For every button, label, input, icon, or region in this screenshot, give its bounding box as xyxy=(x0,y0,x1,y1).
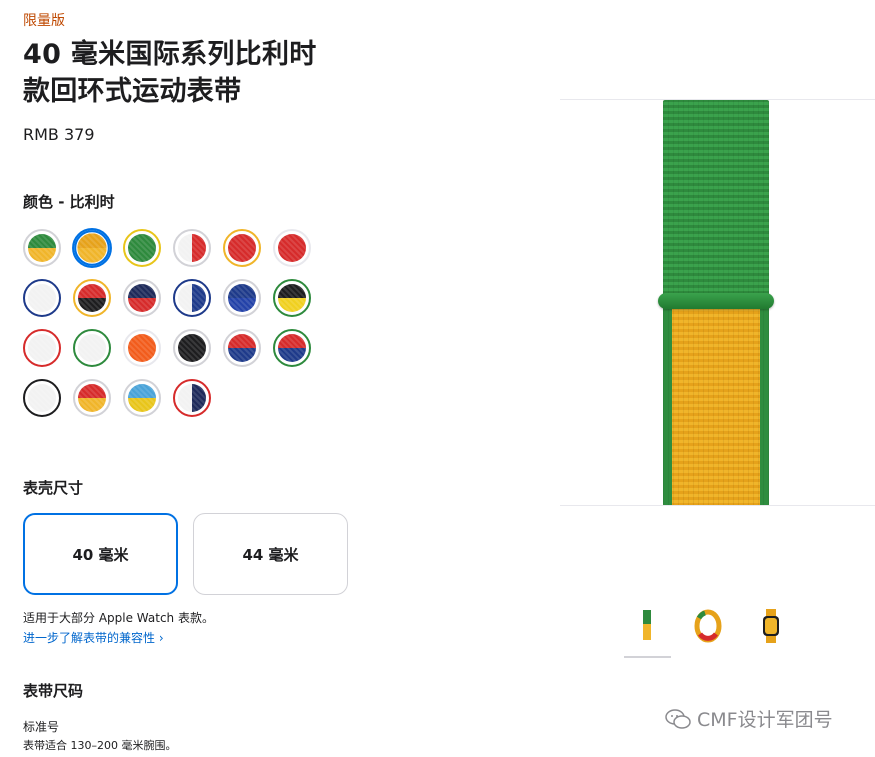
color-swatch-4[interactable] xyxy=(173,229,211,267)
color-swatch-15[interactable] xyxy=(123,329,161,367)
watermark-text: CMF设计军团号 xyxy=(697,709,833,731)
limited-edition-badge: 限量版 xyxy=(23,13,65,29)
watch-with-band-thumb[interactable] xyxy=(754,606,788,646)
color-swatch-7[interactable] xyxy=(23,279,61,317)
band-front-thumb[interactable] xyxy=(630,606,664,646)
product-title-line-1: 40 毫米国际系列比利时 xyxy=(23,39,317,70)
color-swatch-22[interactable] xyxy=(173,379,211,417)
color-swatch-1[interactable] xyxy=(23,229,61,267)
color-section-label: 颜色 - 比利时 xyxy=(23,193,115,211)
color-swatch-12[interactable] xyxy=(273,279,311,317)
band-loop-thumb[interactable] xyxy=(691,606,725,646)
product-price: RMB 379 xyxy=(23,125,95,144)
color-swatch-8[interactable] xyxy=(73,279,111,317)
color-swatch-21[interactable] xyxy=(123,379,161,417)
color-swatch-5[interactable] xyxy=(223,229,261,267)
case-size-label: 表壳尺寸 xyxy=(23,479,84,497)
color-swatch-6[interactable] xyxy=(273,229,311,267)
color-swatch-14[interactable] xyxy=(73,329,111,367)
color-swatch-19[interactable] xyxy=(23,379,61,417)
color-swatch-9[interactable] xyxy=(123,279,161,317)
band-size-label: 表带尺码 xyxy=(23,682,84,700)
color-swatch-17[interactable] xyxy=(223,329,261,367)
compatibility-link[interactable]: 进一步了解表带的兼容性 › xyxy=(23,629,164,646)
color-swatch-20[interactable] xyxy=(73,379,111,417)
watermark: CMF设计军团号 xyxy=(665,705,833,732)
compatibility-note: 适用于大部分 Apple Watch 表款。 xyxy=(23,611,214,625)
band-loop-clasp xyxy=(658,293,774,309)
color-swatch-2[interactable] xyxy=(72,228,112,268)
wechat-icon xyxy=(665,708,691,729)
size-option-40mm[interactable]: 40 毫米 xyxy=(23,513,178,595)
selected-thumb-indicator xyxy=(624,656,671,658)
color-swatch-16[interactable] xyxy=(173,329,211,367)
hero-bottom-divider xyxy=(560,505,875,506)
color-swatch-grid xyxy=(23,228,323,429)
size-option-44mm[interactable]: 44 毫米 xyxy=(193,513,348,595)
product-title-line-2: 款回环式运动表带 xyxy=(23,76,242,107)
color-swatch-13[interactable] xyxy=(23,329,61,367)
color-swatch-11[interactable] xyxy=(223,279,261,317)
band-size-detail: 表带适合 130–200 毫米腕围。 xyxy=(23,739,177,752)
product-title: 40 毫米国际系列比利时 款回环式运动表带 xyxy=(23,36,363,110)
color-swatch-3[interactable] xyxy=(123,229,161,267)
color-swatch-10[interactable] xyxy=(173,279,211,317)
color-swatch-18[interactable] xyxy=(273,329,311,367)
band-size-value: 标准号 xyxy=(23,720,60,734)
